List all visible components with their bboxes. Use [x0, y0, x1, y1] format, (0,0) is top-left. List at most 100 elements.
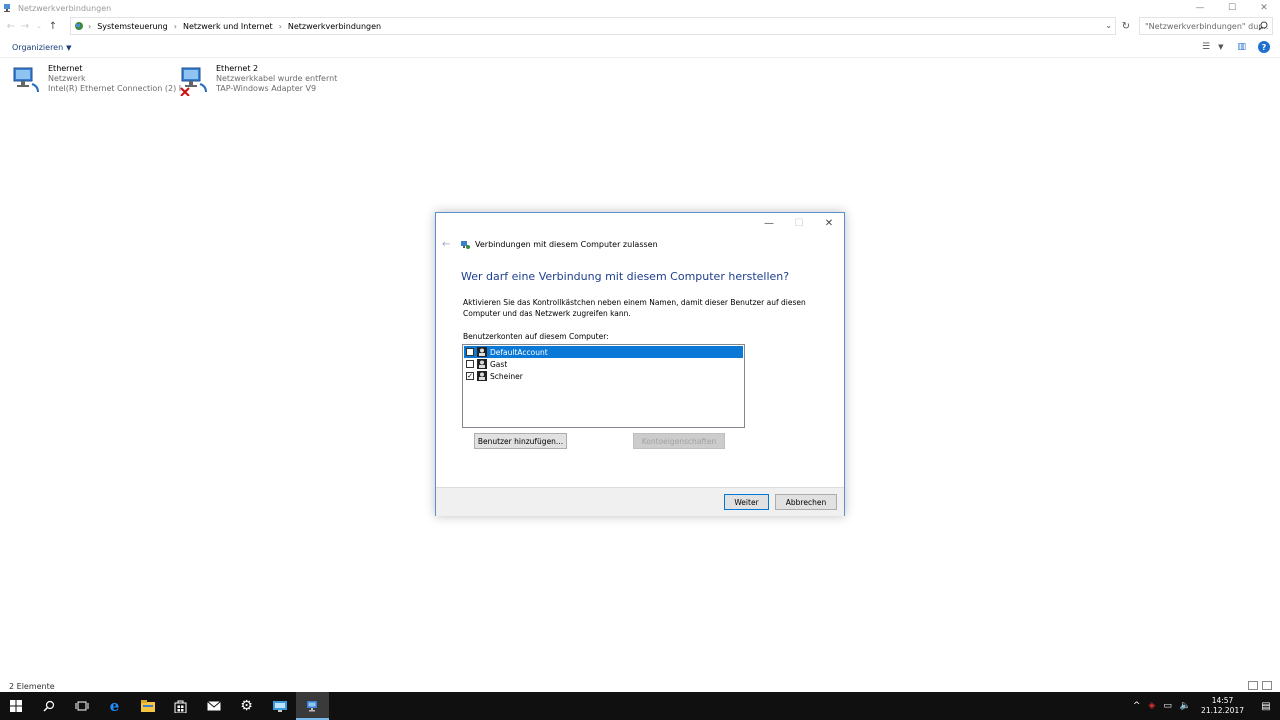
user-checkbox[interactable]: [466, 348, 474, 356]
add-user-button[interactable]: Benutzer hinzufügen...: [474, 433, 567, 449]
user-account-icon: [477, 347, 487, 357]
control-panel-taskbar-button[interactable]: [263, 692, 296, 720]
settings-taskbar-button[interactable]: ⚙: [230, 692, 263, 720]
list-item-user-scheiner[interactable]: ✓ Scheiner: [464, 370, 743, 382]
network-connections-taskbar-button[interactable]: [296, 692, 329, 720]
chevron-up-icon[interactable]: ^: [1133, 701, 1141, 711]
taskbar: e ⚙ ^ ◈ ▭ 🔈 14:57 21.12.2017 ▤: [0, 692, 1280, 720]
clock[interactable]: 14:57 21.12.2017: [1201, 696, 1244, 716]
details-view-icon[interactable]: [1248, 681, 1258, 690]
connection-item-ethernet-2[interactable]: Ethernet 2 Netzwerkkabel wurde entfernt …: [180, 64, 337, 96]
network-wizard-icon: [461, 240, 470, 249]
user-list-label: Benutzerkonten auf diesem Computer:: [463, 332, 609, 341]
close-icon[interactable]: ✕: [1248, 0, 1280, 16]
store-icon: [174, 700, 187, 713]
breadcrumb-network-internet[interactable]: Netzwerk und Internet: [183, 22, 273, 31]
connection-status: Netzwerk: [48, 74, 86, 83]
recent-dropdown-icon[interactable]: ⌄: [32, 19, 46, 33]
connection-item-ethernet[interactable]: Ethernet Netzwerk Intel(R) Ethernet Conn…: [12, 64, 189, 96]
user-account-list[interactable]: DefaultAccount Gast ✓ Scheiner: [462, 344, 745, 428]
address-bar[interactable]: › Systemsteuerung › Netzwerk und Interne…: [70, 17, 1116, 35]
edge-taskbar-button[interactable]: e: [98, 692, 131, 720]
breadcrumb-network-connections[interactable]: Netzwerkverbindungen: [288, 22, 381, 31]
caret-down-icon: ▼: [66, 44, 72, 52]
task-view-icon: [75, 701, 88, 711]
organize-label: Organizieren: [12, 43, 64, 52]
help-icon[interactable]: ?: [1258, 41, 1270, 53]
dialog-heading: Wer darf eine Verbindung mit diesem Comp…: [461, 270, 790, 283]
large-icons-view-icon[interactable]: [1262, 681, 1272, 690]
refresh-icon[interactable]: ↻: [1117, 17, 1135, 35]
file-explorer-taskbar-button[interactable]: [131, 692, 164, 720]
mail-taskbar-button[interactable]: [197, 692, 230, 720]
connection-adapter: Intel(R) Ethernet Connection (2) I...: [48, 84, 189, 93]
user-account-icon: [477, 371, 487, 381]
list-item-user-defaultaccount[interactable]: DefaultAccount: [464, 346, 743, 358]
user-checkbox-checked[interactable]: ✓: [466, 372, 474, 380]
clock-time: 14:57: [1211, 696, 1234, 705]
organize-menu[interactable]: Organizieren ▼: [12, 43, 72, 52]
clock-date: 21.12.2017: [1201, 706, 1244, 715]
user-account-icon: [477, 359, 487, 369]
dialog-back-arrow-icon[interactable]: ←: [442, 239, 454, 250]
item-count: 2 Elemente: [9, 681, 55, 691]
edge-icon: e: [109, 697, 120, 715]
dialog-window-controls: — ☐ ✕: [754, 213, 844, 233]
start-button[interactable]: [0, 692, 32, 720]
search-placeholder: "Netzwerkverbindungen" dur...: [1145, 21, 1269, 31]
connection-name: Ethernet: [48, 64, 83, 73]
connection-name: Ethernet 2: [216, 64, 259, 73]
breadcrumb-chevron-icon: ›: [88, 21, 92, 31]
user-name: Gast: [490, 359, 508, 369]
preview-pane-icon[interactable]: ▥: [1237, 42, 1246, 52]
dialog-minimize-icon[interactable]: —: [754, 213, 784, 233]
window-controls: — ☐ ✕: [1184, 0, 1280, 16]
view-dropdown-icon[interactable]: ▼: [1218, 43, 1223, 51]
search-input[interactable]: "Netzwerkverbindungen" dur...: [1139, 17, 1273, 35]
network-connections-icon: [4, 4, 10, 12]
forward-arrow-icon[interactable]: →: [18, 19, 32, 33]
up-arrow-icon[interactable]: ↑: [46, 19, 60, 33]
cancel-button[interactable]: Abbrechen: [775, 494, 837, 510]
action-center-icon[interactable]: ▤: [1252, 692, 1280, 720]
user-checkbox[interactable]: [466, 360, 474, 368]
breadcrumb-chevron-icon: ›: [278, 21, 282, 31]
user-name: DefaultAccount: [490, 347, 548, 357]
mail-icon: [206, 701, 221, 711]
address-row: ← → ⌄ ↑ › Systemsteuerung › Netzwerk und…: [0, 17, 1280, 35]
dialog-close-icon[interactable]: ✕: [814, 213, 844, 233]
connection-status: Netzwerkkabel wurde entfernt: [216, 74, 338, 83]
maximize-icon[interactable]: ☐: [1216, 0, 1248, 16]
breadcrumb-control-panel[interactable]: Systemsteuerung: [97, 22, 168, 31]
breadcrumb-chevron-icon: ›: [173, 21, 177, 31]
command-bar: Organizieren ▼ ☰ ▼ ▥ ?: [0, 38, 1280, 58]
security-alert-icon[interactable]: ◈: [1148, 701, 1155, 711]
search-taskbar-button[interactable]: [32, 692, 65, 720]
view-controls: ☰ ▼ ▥ ?: [1202, 41, 1270, 53]
back-arrow-icon[interactable]: ←: [4, 19, 18, 33]
gear-icon: ⚙: [240, 698, 253, 714]
user-name: Scheiner: [490, 371, 523, 381]
search-icon: [43, 700, 54, 712]
network-tray-icon[interactable]: ▭: [1163, 701, 1172, 711]
minimize-icon[interactable]: —: [1184, 0, 1216, 16]
dialog-title: Verbindungen mit diesem Computer zulasse…: [475, 240, 658, 249]
change-view-icon[interactable]: ☰: [1202, 42, 1210, 52]
store-taskbar-button[interactable]: [164, 692, 197, 720]
task-view-button[interactable]: [65, 692, 98, 720]
system-tray: ^ ◈ ▭ 🔈 14:57 21.12.2017 ▤: [1129, 692, 1280, 720]
list-item-user-gast[interactable]: Gast: [464, 358, 743, 370]
dialog-maximize-icon: ☐: [794, 217, 804, 229]
status-bar: 2 Elemente: [0, 680, 1280, 692]
network-adapter-disconnected-icon: [180, 67, 207, 96]
control-panel-icon: [272, 701, 287, 712]
dialog-description: Aktivieren Sie das Kontrollkästchen nebe…: [463, 298, 806, 318]
search-icon: [1258, 21, 1268, 31]
volume-icon[interactable]: 🔈: [1180, 701, 1191, 711]
account-properties-button: Kontoeigenschaften: [633, 433, 725, 449]
allow-connections-dialog: — ☐ ✕ ← Verbindungen mit diesem Computer…: [435, 212, 845, 516]
address-dropdown-icon[interactable]: ⌄: [1105, 21, 1112, 30]
dialog-footer: Weiter Abbrechen: [436, 487, 844, 516]
network-adapter-icon: [13, 67, 39, 93]
next-button[interactable]: Weiter: [724, 494, 769, 510]
